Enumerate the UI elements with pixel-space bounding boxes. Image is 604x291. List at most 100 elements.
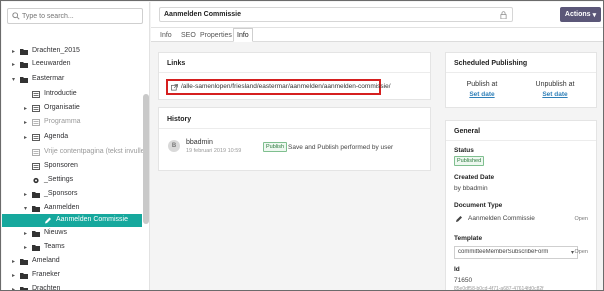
divider (159, 72, 430, 73)
window: ▸ Drachten_2015 ▸ Leeuwarden ▾ Eastermar Intro… (0, 0, 604, 291)
chevron-right-icon[interactable]: ▸ (24, 230, 27, 237)
editor-tabs: Info SEO Properties Info (151, 28, 603, 42)
tree-node-label: Drachten (32, 285, 61, 291)
chevron-right-icon[interactable]: ▸ (12, 48, 15, 55)
general-title: General (454, 128, 481, 135)
actions-button[interactable]: Actions ▾ (560, 7, 601, 22)
folder-icon (32, 206, 40, 212)
search-icon (12, 12, 20, 20)
folder-icon (20, 77, 28, 83)
history-user: bbadmin (186, 139, 213, 146)
content-tree-sidebar: ▸ Drachten_2015 ▸ Leeuwarden ▾ Eastermar Intro… (2, 2, 150, 291)
gear-icon (33, 177, 39, 184)
tab-info-active[interactable]: Info (233, 28, 253, 42)
chevron-down-icon: ▾ (592, 11, 597, 19)
tree-search[interactable] (7, 8, 143, 24)
folder-icon (20, 259, 28, 265)
tree-node-label: Sponsoren (44, 162, 78, 169)
chevron-right-icon[interactable]: ▸ (24, 105, 27, 112)
node-name-value: Aanmelden Commissie (164, 11, 242, 18)
scheduled-title: Scheduled Publishing (454, 60, 528, 67)
links-title: Links (167, 60, 186, 67)
chevron-down-icon[interactable]: ▾ (24, 205, 27, 212)
id-value: 71650 (454, 277, 473, 284)
tree-node[interactable]: Sponsoren (2, 160, 142, 173)
document-type-value: Aanmelden Commissie (468, 215, 535, 222)
chevron-right-icon[interactable]: ▸ (12, 272, 15, 279)
search-input[interactable] (22, 10, 140, 22)
tree-node[interactable]: ▸ Drachten_2015 (2, 45, 142, 58)
history-action-badge: Publish (263, 142, 288, 152)
tree-node[interactable]: Introductie (2, 88, 142, 101)
template-select-value: committeeMemberSubscribeForm (458, 249, 549, 255)
tree-node-label: Drachten_2015 (32, 47, 80, 54)
history-title: History (167, 116, 192, 123)
chevron-right-icon[interactable]: ▸ (24, 134, 27, 141)
actions-label: Actions (564, 11, 591, 18)
tab-properties[interactable]: Properties (200, 29, 232, 41)
unpublish-set-date-link[interactable]: Set date (532, 91, 578, 98)
tree-node[interactable]: ▸ Franeker (2, 269, 142, 282)
chevron-right-icon[interactable]: ▸ (24, 119, 27, 126)
tree-node-label: Aanmelden (44, 204, 80, 211)
tree-node[interactable]: ▸ _Sponsors (2, 188, 142, 201)
tree-node-label: Programma (44, 118, 81, 125)
status-badge: Published (454, 156, 485, 166)
node-name-input[interactable]: Aanmelden Commissie (159, 7, 513, 22)
tree-node[interactable]: Vrije contentpagina (tekst invulle (2, 146, 145, 159)
tree-node[interactable]: ▸ Nieuws (2, 227, 142, 240)
document-icon (32, 163, 40, 170)
tree-node[interactable]: ▾ Eastermar (2, 73, 142, 86)
folder-icon (20, 273, 28, 279)
guid-value: 85e0df58-b0cd-4f71-a687-47614fd0c82f (454, 286, 544, 291)
node-url-link[interactable]: /alle-samenlopen/friesland/eastermar/aan… (166, 79, 391, 95)
tree-scrollbar[interactable] (143, 94, 149, 224)
pencil-icon (456, 216, 462, 222)
tree-node[interactable]: ▸ Agenda (2, 131, 142, 144)
tree-node[interactable]: ▸ Teams (2, 241, 142, 254)
editor-header: Aanmelden Commissie Actions ▾ (151, 2, 603, 28)
tree-node[interactable]: _Settings (2, 174, 142, 187)
tree-node[interactable]: ▸ Drachten (2, 283, 142, 291)
lock-icon[interactable] (500, 11, 507, 19)
folder-icon (20, 287, 28, 290)
chevron-right-icon[interactable]: ▸ (24, 244, 27, 251)
tree-node-label: _Sponsors (44, 190, 78, 197)
document-type-open-link[interactable]: Open (575, 216, 588, 222)
history-date: 19 februari 2019 10:59 (186, 148, 242, 154)
document-icon (32, 149, 40, 156)
tab-seo[interactable]: SEO (181, 29, 196, 41)
template-open-link[interactable]: Open (575, 249, 588, 255)
pencil-icon (45, 217, 51, 224)
status-label: Status (454, 147, 474, 154)
folder-icon (32, 245, 40, 251)
tree-node[interactable]: ▸ Organisatie (2, 102, 142, 115)
publish-at-label: Publish at (466, 81, 498, 88)
tree-node-label: Organisatie (44, 104, 80, 111)
tree-node-label: Franeker (32, 271, 61, 278)
template-label: Template (454, 235, 483, 242)
chevron-right-icon[interactable]: ▸ (12, 61, 15, 68)
document-icon (32, 119, 40, 126)
tree-node[interactable]: ▸ Programma (2, 116, 142, 129)
document-icon (32, 105, 40, 112)
tree-node-label: Leeuwarden (32, 60, 71, 67)
id-label: Id (454, 266, 460, 273)
node-url[interactable]: /alle-samenlopen/friesland/eastermar/aan… (181, 83, 391, 90)
tab-info[interactable]: Info (160, 29, 172, 41)
scheduled-publishing-panel: Scheduled Publishing Publish at Set date… (445, 52, 597, 108)
publish-set-date-link[interactable]: Set date (464, 91, 500, 98)
tree-node-label: Aanmelden Commissie (56, 216, 128, 223)
tree-node[interactable]: ▸ Ameland (2, 255, 142, 268)
document-icon (32, 91, 40, 98)
chevron-right-icon[interactable]: ▸ (12, 286, 15, 290)
template-select[interactable]: committeeMemberSubscribeForm ▾ (454, 246, 578, 259)
chevron-right-icon[interactable]: ▸ (24, 191, 27, 198)
avatar: B (168, 140, 180, 152)
chevron-right-icon[interactable]: ▸ (12, 258, 15, 265)
chevron-down-icon[interactable]: ▾ (12, 76, 15, 83)
divider (446, 140, 596, 141)
tree-node[interactable]: Aanmelden Commissie (2, 214, 142, 227)
tree-node[interactable]: ▸ Leeuwarden (2, 58, 142, 71)
general-panel: General Status Published Created Date by… (445, 120, 597, 291)
